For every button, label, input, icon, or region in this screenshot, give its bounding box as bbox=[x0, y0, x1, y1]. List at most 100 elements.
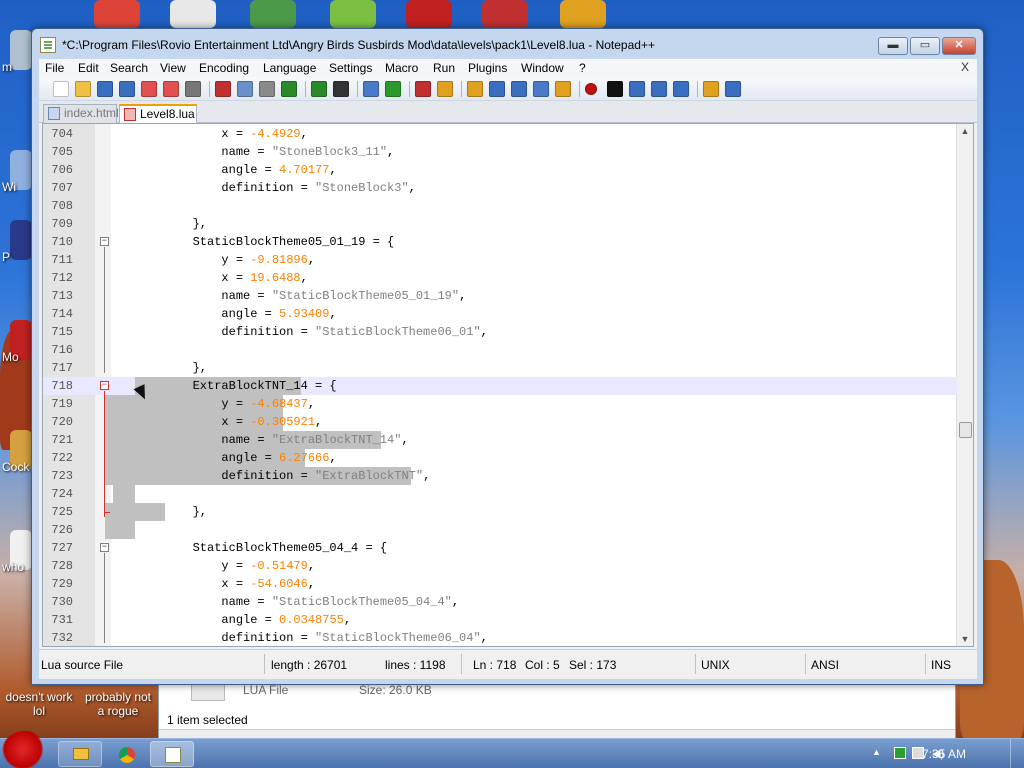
code-line[interactable]: 708 bbox=[43, 197, 957, 215]
taskbar-explorer-button[interactable] bbox=[58, 741, 102, 767]
code-line[interactable]: 712 x = 19.6488, bbox=[43, 269, 957, 287]
code-line[interactable]: 709 }, bbox=[43, 215, 957, 233]
code-line[interactable]: 725 }, bbox=[43, 503, 957, 521]
code-line[interactable]: 732 definition = "StaticBlockTheme06_04"… bbox=[43, 629, 957, 646]
all-chars-icon[interactable] bbox=[511, 81, 527, 97]
menu-close-x[interactable]: X bbox=[961, 60, 969, 74]
menu-edit[interactable]: Edit bbox=[78, 61, 99, 75]
desktop-icon-5-label[interactable]: Cock bbox=[2, 460, 29, 474]
scroll-thumb[interactable] bbox=[959, 422, 972, 438]
code-line[interactable]: 724 bbox=[43, 485, 957, 503]
print-icon[interactable] bbox=[185, 81, 201, 97]
tab-level8-lua[interactable]: Level8.lua bbox=[119, 104, 197, 123]
open-file-icon[interactable] bbox=[75, 81, 91, 97]
start-button-icon[interactable] bbox=[2, 731, 48, 768]
menu-run[interactable]: Run bbox=[433, 61, 455, 75]
save-all-icon[interactable] bbox=[119, 81, 135, 97]
play-macro-icon[interactable] bbox=[629, 81, 645, 97]
word-wrap-icon[interactable] bbox=[489, 81, 505, 97]
angry-birds-desktop-icon[interactable] bbox=[330, 0, 376, 28]
taskbar-notepadpp-button[interactable] bbox=[150, 741, 194, 767]
notepadpp-icon[interactable] bbox=[40, 37, 56, 53]
fold-toggle-icon[interactable]: − bbox=[100, 543, 109, 552]
dev-desktop-icon[interactable] bbox=[406, 0, 452, 28]
code-line[interactable]: 711 y = -9.81896, bbox=[43, 251, 957, 269]
code-line[interactable]: 728 y = -0.51479, bbox=[43, 557, 957, 575]
replace-icon[interactable] bbox=[363, 81, 379, 97]
spell-check-icon[interactable] bbox=[725, 81, 741, 97]
desktop-label-doesnt-work[interactable]: doesn't work lol bbox=[2, 690, 76, 718]
taskbar-clock[interactable]: 7:35 AM bbox=[922, 747, 966, 761]
desktop-icon-2-label[interactable]: Wi bbox=[2, 180, 16, 194]
zoom-in-icon[interactable] bbox=[385, 81, 401, 97]
sync-h-icon[interactable] bbox=[467, 81, 483, 97]
paste-icon[interactable] bbox=[259, 81, 275, 97]
code-line[interactable]: 731 angle = 0.0348755, bbox=[43, 611, 957, 629]
indent-guide-icon[interactable] bbox=[533, 81, 549, 97]
vertical-scrollbar[interactable]: ▲ ▼ bbox=[956, 124, 973, 646]
desktop-icon-1-label[interactable]: m bbox=[2, 60, 12, 74]
network-tray-icon[interactable] bbox=[894, 747, 906, 759]
desktop-icon-6-label[interactable]: who bbox=[2, 560, 24, 574]
tab-index-html[interactable]: index.html bbox=[43, 104, 119, 123]
code-line[interactable]: 706 angle = 4.70177, bbox=[43, 161, 957, 179]
record-macro-icon[interactable] bbox=[585, 83, 597, 95]
code-line[interactable]: 715 definition = "StaticBlockTheme06_01"… bbox=[43, 323, 957, 341]
code-line[interactable]: 721 name = "ExtraBlockTNT_14", bbox=[43, 431, 957, 449]
code-line[interactable]: 707 definition = "StoneBlock3", bbox=[43, 179, 957, 197]
code-editor[interactable]: ▲ ▼ 704 x = -4.4929, 705 name = "StoneBlo… bbox=[42, 123, 974, 647]
save-macro-icon[interactable] bbox=[673, 81, 689, 97]
tray-expand-icon[interactable]: ▲ bbox=[872, 747, 884, 759]
code-line[interactable]: 722 angle = 6.27666, bbox=[43, 449, 957, 467]
desktop-icon-3[interactable] bbox=[10, 220, 32, 260]
close-button[interactable]: ✕ bbox=[942, 37, 976, 55]
find-icon[interactable] bbox=[333, 81, 349, 97]
code-line[interactable]: 716 bbox=[43, 341, 957, 359]
desktop-label-probably-not[interactable]: probably not a rogue bbox=[80, 690, 156, 718]
code-line[interactable]: 726 bbox=[43, 521, 957, 539]
doc-map-icon[interactable] bbox=[555, 81, 571, 97]
maximize-button[interactable]: ▭ bbox=[910, 37, 940, 55]
menu-view[interactable]: View bbox=[160, 61, 186, 75]
minimize-button[interactable]: ▬ bbox=[878, 37, 908, 55]
code-line[interactable]: 713 name = "StaticBlockTheme05_01_19", bbox=[43, 287, 957, 305]
menu-help[interactable]: ? bbox=[579, 61, 586, 75]
menu-encoding[interactable]: Encoding bbox=[199, 61, 249, 75]
fold-toggle-icon[interactable]: − bbox=[100, 381, 109, 390]
run-macro-multiple-icon[interactable] bbox=[651, 81, 667, 97]
code-line[interactable]: 705 name = "StoneBlock3_11", bbox=[43, 143, 957, 161]
menu-language[interactable]: Language bbox=[263, 61, 316, 75]
scroll-down-arrow-icon[interactable]: ▼ bbox=[960, 634, 970, 644]
stop-record-icon[interactable] bbox=[607, 81, 623, 97]
save-icon[interactable] bbox=[97, 81, 113, 97]
folder-desktop-icon[interactable] bbox=[560, 0, 606, 28]
show-desktop-button[interactable] bbox=[1010, 739, 1024, 768]
taskbar-chrome-button[interactable] bbox=[104, 741, 148, 767]
new-file-icon[interactable] bbox=[53, 81, 69, 97]
code-line[interactable]: 727 − StaticBlockTheme05_04_4 = { bbox=[43, 539, 957, 557]
scroll-up-arrow-icon[interactable]: ▲ bbox=[960, 126, 970, 136]
solitaire-desktop-icon[interactable] bbox=[170, 0, 216, 28]
copy-icon[interactable] bbox=[237, 81, 253, 97]
zoom-out-icon[interactable] bbox=[415, 81, 431, 97]
code-line[interactable]: 723 definition = "ExtraBlockTNT", bbox=[43, 467, 957, 485]
undo-icon[interactable] bbox=[281, 81, 297, 97]
code-line[interactable]: 710 − StaticBlockTheme05_01_19 = { bbox=[43, 233, 957, 251]
menu-search[interactable]: Search bbox=[110, 61, 148, 75]
close-icon[interactable] bbox=[141, 81, 157, 97]
menu-file[interactable]: File bbox=[45, 61, 64, 75]
code-line[interactable]: 714 angle = 5.93409, bbox=[43, 305, 957, 323]
cut-icon[interactable] bbox=[215, 81, 231, 97]
open-folder-icon[interactable] bbox=[703, 81, 719, 97]
fold-toggle-icon[interactable]: − bbox=[100, 237, 109, 246]
desktop-icon-4-label[interactable]: Mo bbox=[2, 350, 19, 364]
menu-window[interactable]: Window bbox=[521, 61, 564, 75]
close-all-icon[interactable] bbox=[163, 81, 179, 97]
code-line[interactable]: 720 x = -0.305921, bbox=[43, 413, 957, 431]
code-line[interactable]: 730 name = "StaticBlockTheme05_04_4", bbox=[43, 593, 957, 611]
menu-plugins[interactable]: Plugins bbox=[468, 61, 507, 75]
sync-v-icon[interactable] bbox=[437, 81, 453, 97]
menu-settings[interactable]: Settings bbox=[329, 61, 372, 75]
title-bar[interactable]: *C:\Program Files\Rovio Entertainment Lt… bbox=[32, 29, 983, 61]
redo-icon[interactable] bbox=[311, 81, 327, 97]
